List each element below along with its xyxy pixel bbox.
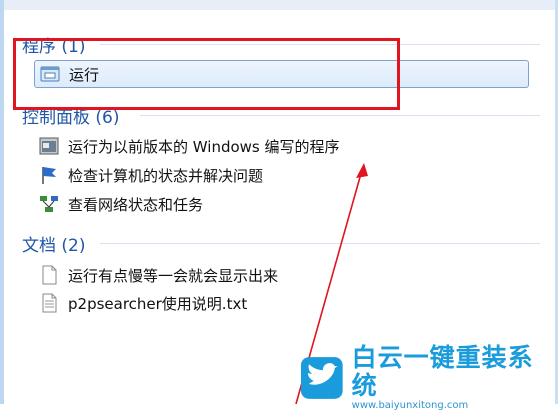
watermark-texts: 白云一键重装系统 www.baiyunxitong.com bbox=[352, 344, 558, 412]
bird-logo-icon bbox=[300, 357, 343, 399]
watermark-title: 白云一键重装系统 bbox=[351, 343, 534, 400]
watermark-url: www.baiyunxitong.com bbox=[351, 400, 469, 411]
watermark: 白云一键重装系统 www.baiyunxitong.com bbox=[300, 344, 558, 411]
start-menu-search-results: 程序 (1) 运行 控制面板 (6) 运行为以前版本的 Windows 编写的程… bbox=[0, 0, 558, 411]
